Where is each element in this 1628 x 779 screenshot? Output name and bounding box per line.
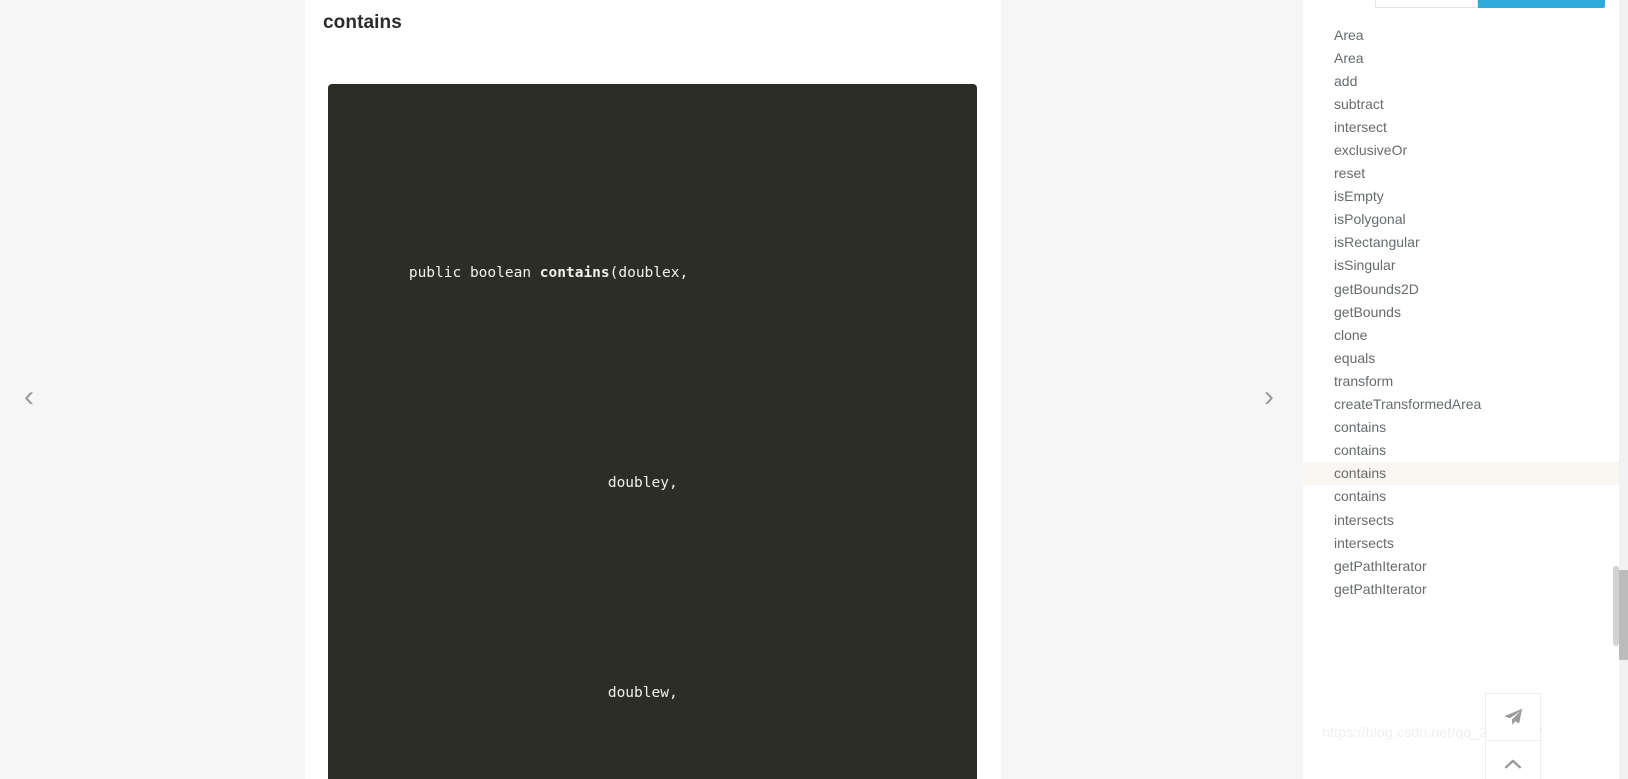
sidebar-item-add[interactable]: add: [1303, 69, 1620, 92]
search-input[interactable]: [1375, 0, 1478, 8]
code-token-prefix: public boolean: [408, 265, 540, 281]
sidebar-item-reset[interactable]: reset: [1303, 162, 1620, 185]
sidebar-item-intersect[interactable]: intersect: [1303, 115, 1620, 138]
code-line: public boolean contains(doublex,: [328, 210, 977, 336]
chevron-right-icon[interactable]: ›: [1250, 378, 1288, 416]
sidebar-item-createtransformedarea[interactable]: createTransformedArea: [1303, 393, 1620, 416]
search-button[interactable]: [1478, 0, 1605, 8]
code-token-suffix: doubley,: [607, 475, 678, 491]
top-search-bar: [1303, 0, 1620, 9]
sidebar-item-transform[interactable]: transform: [1303, 369, 1620, 392]
chevron-up-icon[interactable]: [1486, 740, 1540, 779]
sidebar-item-getbounds[interactable]: getBounds: [1303, 300, 1620, 323]
code-line: doubley,: [328, 420, 977, 546]
code-token-suffix: doublew,: [607, 685, 678, 701]
code-block: public boolean contains(doublex, doubley…: [328, 84, 977, 779]
code-line: doublew,: [328, 630, 977, 756]
sidebar-item-contains[interactable]: contains: [1303, 439, 1620, 462]
sidebar-item-getbounds2d[interactable]: getBounds2D: [1303, 277, 1620, 300]
page-scrollbar-thumb[interactable]: [1619, 570, 1628, 660]
code-token-method: contains: [539, 265, 610, 281]
paper-plane-icon[interactable]: [1486, 694, 1540, 740]
sidebar-item-contains-active[interactable]: contains: [1303, 461, 1620, 485]
sidebar-item-equals[interactable]: equals: [1303, 346, 1620, 369]
chevron-left-icon[interactable]: ‹: [10, 378, 48, 416]
sidebar-item-exclusiveor[interactable]: exclusiveOr: [1303, 138, 1620, 161]
sidebar-item-isrectangular[interactable]: isRectangular: [1303, 231, 1620, 254]
document-panel: contains public boolean contains(doublex…: [305, 0, 1001, 779]
sidebar-item-isempty[interactable]: isEmpty: [1303, 185, 1620, 208]
sidebar-item-area[interactable]: Area: [1303, 46, 1620, 69]
sidebar-item-getpathiterator[interactable]: getPathIterator: [1303, 554, 1620, 577]
sidebar-item-intersects[interactable]: intersects: [1303, 508, 1620, 531]
code-token-suffix: (doublex,: [609, 265, 689, 281]
sidebar-item-clone[interactable]: clone: [1303, 323, 1620, 346]
method-sidebar: Area Area add subtract intersect exclusi…: [1303, 9, 1620, 779]
method-list: Area Area add subtract intersect exclusi…: [1303, 9, 1620, 600]
sidebar-item-area[interactable]: Area: [1303, 23, 1620, 46]
page-scrollbar[interactable]: [1619, 0, 1628, 779]
sidebar-item-issingular[interactable]: isSingular: [1303, 254, 1620, 277]
floating-action-stack: [1485, 693, 1541, 779]
sidebar-item-contains[interactable]: contains: [1303, 485, 1620, 508]
page-viewport: contains public boolean contains(doublex…: [0, 0, 1628, 779]
sidebar-item-contains[interactable]: contains: [1303, 416, 1620, 439]
sidebar-item-intersects[interactable]: intersects: [1303, 531, 1620, 554]
page-title: contains: [323, 12, 402, 33]
sidebar-item-ispolygonal[interactable]: isPolygonal: [1303, 208, 1620, 231]
sidebar-item-subtract[interactable]: subtract: [1303, 92, 1620, 115]
sidebar-item-getpathiterator[interactable]: getPathIterator: [1303, 577, 1620, 600]
